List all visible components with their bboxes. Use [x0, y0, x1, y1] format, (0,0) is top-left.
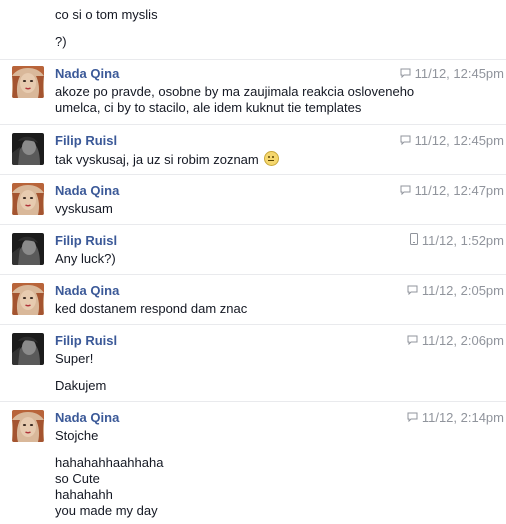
message-meta: 11/12, 12:45pm: [400, 66, 504, 82]
message-text: hahahahh: [55, 487, 113, 502]
chat-icon: [407, 283, 418, 299]
avatar[interactable]: [12, 233, 44, 265]
divider: [0, 274, 506, 275]
sender-name[interactable]: Nada Qina: [55, 283, 119, 299]
message-body: ked dostanem respond dam znac: [55, 301, 247, 317]
message-meta: 11/12, 1:52pm: [409, 233, 504, 249]
chat-icon: [400, 66, 411, 82]
message-line: tak vyskusaj, ja uz si robim zoznam: [55, 151, 280, 168]
message-text: co si o tom myslis: [55, 7, 158, 22]
avatar[interactable]: [12, 333, 44, 365]
timestamp: 11/12, 12:45pm: [414, 133, 504, 148]
message-meta: 11/12, 12:45pm: [400, 133, 504, 149]
message-meta: 11/12, 12:47pm: [400, 183, 504, 199]
sender-name[interactable]: Filip Ruisl: [55, 133, 117, 149]
message-text: Stojche: [55, 428, 99, 443]
message-text: you made my day: [55, 503, 158, 518]
message-meta: 11/12, 2:06pm: [407, 333, 504, 349]
message-thread: co si o tom myslis ?) Nada Qina 11/12, 1…: [0, 0, 506, 524]
timestamp: 11/12, 1:52pm: [421, 233, 504, 248]
message-text: ked dostanem respond dam znac: [55, 301, 248, 316]
avatar[interactable]: [12, 66, 44, 98]
message-text: vyskusam: [55, 201, 113, 216]
timestamp: 11/12, 2:06pm: [421, 333, 504, 348]
chat-icon: [407, 333, 418, 349]
chat-icon: [400, 133, 411, 149]
chat-icon: [400, 183, 411, 199]
divider: [0, 401, 506, 402]
mobile-icon: [409, 233, 418, 249]
message-text: Super!: [55, 351, 94, 366]
message-text: akoze po pravde, osobne by ma zaujimala …: [55, 84, 415, 99]
message-text: Dakujem: [55, 378, 107, 393]
message-body: Any luck?): [55, 251, 116, 267]
message-text: tak vyskusaj, ja uz si robim zoznam: [55, 152, 259, 167]
timestamp: 11/12, 12:47pm: [414, 183, 504, 198]
message-meta: 11/12, 2:14pm: [407, 410, 504, 426]
message-text: umelca, ci by to stacilo, ale idem kuknu…: [55, 100, 362, 115]
message-body: akoze po pravde, osobne by ma zaujimala …: [55, 84, 414, 116]
sender-name[interactable]: Nada Qina: [55, 410, 119, 426]
message-text: Any luck?): [55, 251, 116, 266]
message-meta: 11/12, 2:05pm: [407, 283, 504, 299]
sender-name[interactable]: Nada Qina: [55, 183, 119, 199]
message-text: ?): [55, 34, 67, 49]
divider: [0, 224, 506, 225]
avatar[interactable]: [12, 283, 44, 315]
sender-name[interactable]: Filip Ruisl: [55, 233, 117, 249]
message-body: vyskusam: [55, 201, 113, 217]
avatar[interactable]: [12, 410, 44, 442]
chat-icon: [407, 410, 418, 426]
divider: [0, 59, 506, 60]
message-body: tak vyskusaj, ja uz si robim zoznam: [55, 151, 280, 168]
avatar[interactable]: [12, 133, 44, 165]
sender-name[interactable]: Filip Ruisl: [55, 333, 117, 349]
message-text: so Cute: [55, 471, 100, 486]
avatar[interactable]: [12, 183, 44, 215]
sender-name[interactable]: Nada Qina: [55, 66, 119, 82]
smiley-emoji-icon: [264, 151, 280, 166]
timestamp: 11/12, 2:05pm: [421, 283, 504, 298]
divider: [0, 324, 506, 325]
timestamp: 11/12, 2:14pm: [421, 410, 504, 425]
divider: [0, 174, 506, 175]
divider: [0, 124, 506, 125]
message-text: hahahahhaahhaha: [55, 455, 164, 470]
timestamp: 11/12, 12:45pm: [414, 66, 504, 81]
